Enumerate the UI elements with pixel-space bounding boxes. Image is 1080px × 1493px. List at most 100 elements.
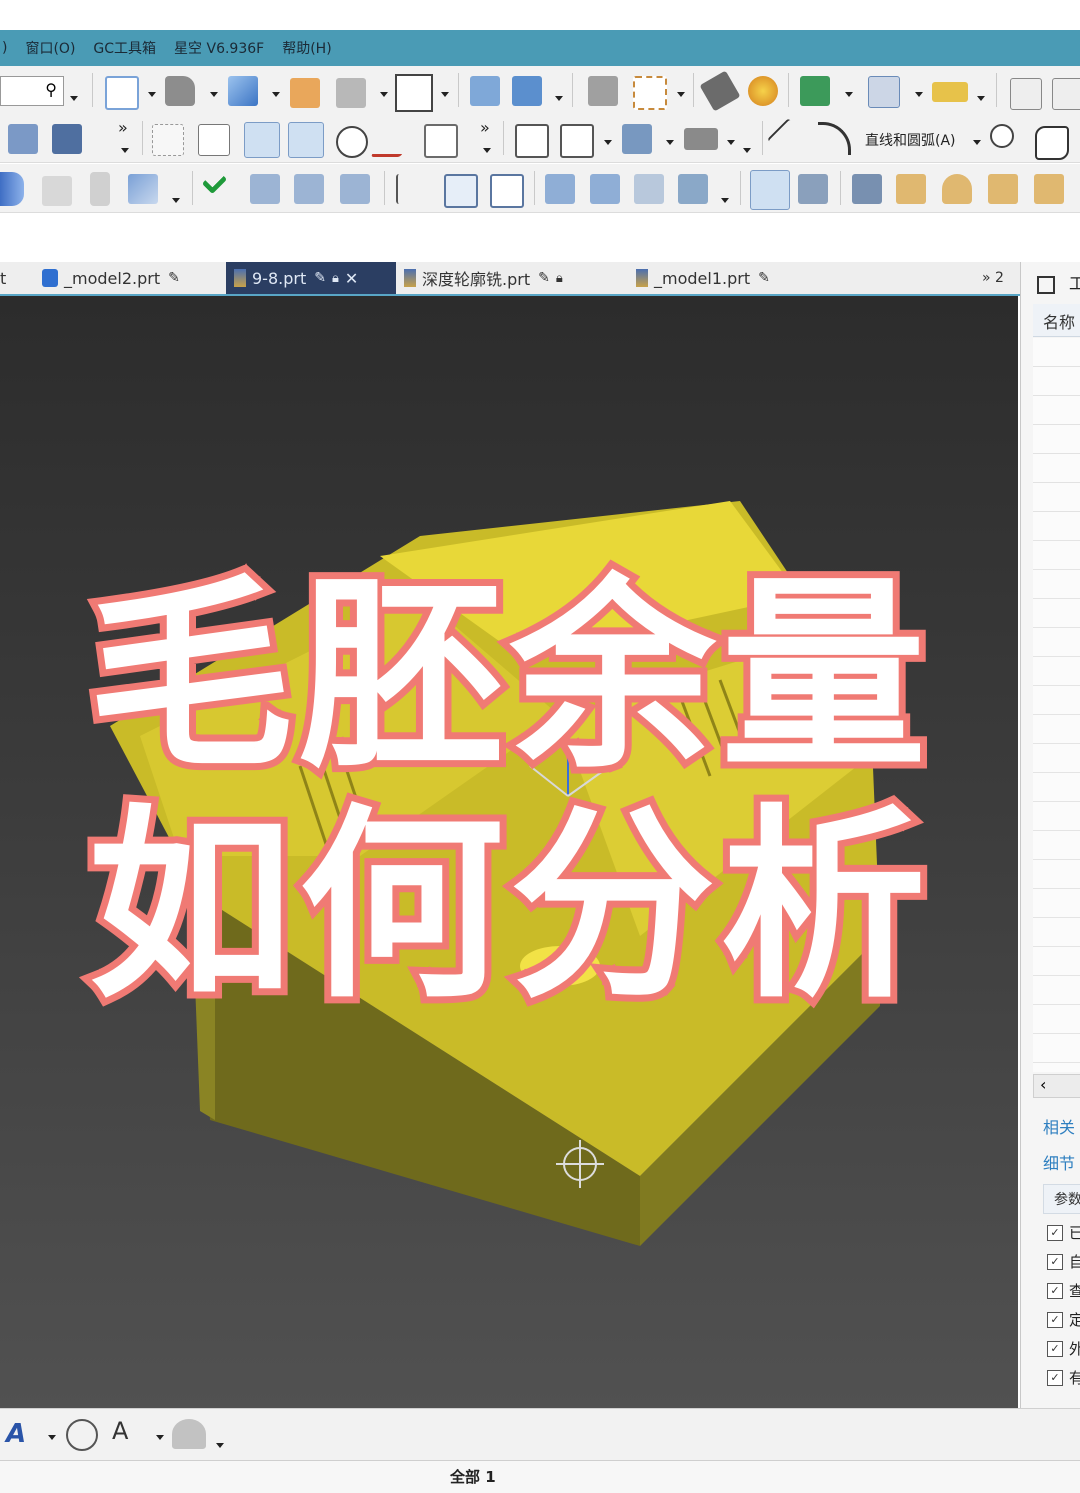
command-search-box[interactable]: ⚲ [0,76,64,106]
checkbox[interactable]: ✓ [1047,1283,1063,1299]
line-icon[interactable] [767,118,811,162]
chevron-down-icon[interactable] [721,198,729,203]
block-icon[interactable] [42,176,72,206]
arc-icon[interactable] [818,122,851,155]
menu-item-partial[interactable]: ) [2,40,7,56]
close-icon[interactable]: ✕ [345,269,358,288]
ipw-icon[interactable] [798,174,828,204]
chevron-down-icon[interactable] [216,1443,224,1448]
param-column-header[interactable]: 参数 [1043,1184,1080,1214]
measure-distance-icon[interactable] [932,82,968,102]
generate-path-icon[interactable] [152,124,184,156]
layer-icon[interactable] [290,78,320,108]
shape-icon[interactable] [1035,126,1069,160]
tab-overflow-button[interactable]: » 2 [982,262,1018,294]
checkbox[interactable]: ✓ [1047,1254,1063,1270]
program-view-icon[interactable] [250,174,280,204]
checkbox[interactable]: ✓ [1047,1225,1063,1241]
chevron-down-icon[interactable] [70,96,78,101]
chevron-down-icon[interactable] [727,140,735,145]
tab-depth-profile-mill[interactable]: 深度轮廓铣.prt ✎ 🔒︎ [404,262,614,294]
chevron-down-icon[interactable] [121,148,129,153]
import-tool-icon[interactable] [1034,174,1064,204]
spline-icon[interactable] [370,124,420,157]
view-orientation-icon[interactable] [228,76,258,106]
menu-item-help[interactable]: 帮助(H) [282,38,331,58]
simulate-icon[interactable] [288,122,324,158]
chevron-down-icon[interactable] [743,148,751,153]
text-size-icon[interactable]: A [112,1417,146,1451]
tab-model2[interactable]: _model2.prt ✎ [42,262,222,294]
grid-snap-icon[interactable] [868,76,900,108]
export-tool-icon[interactable] [988,174,1018,204]
flag-icon[interactable] [396,174,428,204]
edit-feature-icon[interactable] [560,124,594,158]
chevron-down-icon[interactable] [272,92,280,97]
checkbox[interactable]: ✓ [1047,1341,1063,1357]
list-view-icon[interactable] [444,174,478,208]
wcs-icon[interactable] [633,76,667,110]
move-face-icon[interactable] [470,76,500,106]
scroll-left-icon[interactable]: ‹ [1040,1075,1046,1094]
tab-partial[interactable]: t [0,262,30,294]
annotation-icon[interactable] [66,1419,98,1451]
tool-assembly-icon[interactable] [852,174,882,204]
replay-path-icon[interactable] [198,124,230,156]
box-section-icon[interactable] [1052,78,1080,110]
chevron-down-icon[interactable] [172,198,180,203]
lines-and-arcs-menu[interactable]: 直线和圆弧(A) [865,130,956,150]
verify-path-icon[interactable] [244,122,280,158]
chevron-down-icon[interactable] [915,92,923,97]
method-view-icon[interactable] [545,174,575,204]
point-icon[interactable] [990,124,1014,148]
overflow-chevron-icon[interactable]: » [118,118,128,137]
offset-face-icon[interactable] [512,76,542,106]
details-section-header[interactable]: 细节 [1043,1150,1075,1174]
chevron-down-icon[interactable] [156,1435,164,1440]
geometry-view-icon[interactable] [340,174,370,204]
tab-9-8[interactable]: 9-8.prt ✎ 🔒︎ ✕ [226,262,396,294]
render-settings-icon[interactable] [172,1419,206,1449]
chevron-down-icon[interactable] [677,92,685,97]
chevron-down-icon[interactable] [666,140,674,145]
report-icon[interactable] [490,174,524,208]
related-section-header[interactable]: 相关 [1043,1114,1075,1138]
chevron-down-icon[interactable] [210,92,218,97]
add-point-icon[interactable] [896,174,926,204]
chevron-down-icon[interactable] [555,96,563,101]
chevron-down-icon[interactable] [380,92,388,97]
search-tool-icon[interactable] [942,174,972,204]
overflow-chevron-icon[interactable]: » [480,118,490,137]
feature-icon[interactable] [515,124,549,158]
clock-icon[interactable] [634,174,664,204]
thread-icon[interactable] [90,172,110,206]
chevron-down-icon[interactable] [148,92,156,97]
operation-icon[interactable] [622,124,652,154]
menu-item-gc-toolbox[interactable]: GC工具箱 [93,38,156,58]
blank-analysis-icon[interactable] [750,170,790,210]
tool-holder-icon[interactable] [684,128,718,150]
show-hide-icon[interactable] [336,78,366,108]
postprocess-icon[interactable] [678,174,708,204]
chevron-down-icon[interactable] [483,148,491,153]
column-header[interactable]: 名称 [1033,304,1080,337]
fit-view-icon[interactable] [105,76,139,110]
text-style-icon[interactable]: A [6,1419,38,1451]
snap-icon[interactable] [800,76,830,106]
tree-list[interactable] [1033,512,1080,1072]
chevron-down-icon[interactable] [845,92,853,97]
chevron-down-icon[interactable] [977,96,985,101]
shop-doc-icon[interactable] [424,124,458,158]
chevron-down-icon[interactable] [441,92,449,97]
horizontal-scrollbar[interactable]: ‹ [1033,1074,1080,1098]
edit-object-icon[interactable] [699,70,741,112]
machine-view-icon[interactable] [294,174,324,204]
color-palette-icon[interactable] [748,76,778,106]
circle-point-icon[interactable] [336,126,368,158]
panel-restore-icon[interactable] [1037,276,1055,294]
render-style-icon[interactable] [165,76,195,106]
create-program-icon[interactable] [8,124,38,154]
cylinder-icon[interactable] [0,172,24,206]
tab-model1[interactable]: _model1.prt ✎ [636,262,806,294]
chevron-down-icon[interactable] [604,140,612,145]
